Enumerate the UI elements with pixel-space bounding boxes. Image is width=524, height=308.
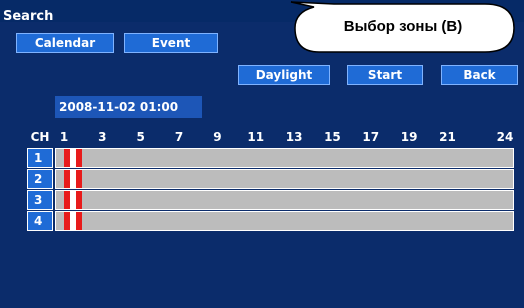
recording-marker[interactable] bbox=[64, 170, 82, 188]
selected-datetime: 2008-11-02 01:00 bbox=[55, 96, 202, 118]
channel-row: 1 bbox=[27, 148, 516, 169]
hour-header: CH 1 3 5 7 9 11 13 15 17 19 21 24 bbox=[27, 128, 516, 146]
recording-marker-highlight bbox=[70, 191, 76, 209]
channel-label[interactable]: 2 bbox=[27, 169, 53, 189]
hour-label: 5 bbox=[136, 130, 145, 144]
recording-marker-highlight bbox=[70, 170, 76, 188]
channel-label[interactable]: 1 bbox=[27, 148, 53, 168]
channel-timeline-track[interactable] bbox=[55, 190, 514, 210]
channel-timeline-track[interactable] bbox=[55, 211, 514, 231]
hour-label: 1 bbox=[59, 130, 69, 144]
channel-row: 4 bbox=[27, 211, 516, 232]
channel-label[interactable]: 4 bbox=[27, 211, 53, 231]
channel-row: 2 bbox=[27, 169, 516, 190]
hour-label: 13 bbox=[285, 130, 303, 144]
channel-row: 3 bbox=[27, 190, 516, 211]
hour-label: 21 bbox=[439, 130, 456, 144]
recording-marker-highlight bbox=[70, 149, 76, 167]
daylight-button[interactable]: Daylight bbox=[238, 65, 330, 85]
hour-label: 17 bbox=[362, 130, 380, 144]
channel-timeline-track[interactable] bbox=[55, 169, 514, 189]
channel-timeline-track[interactable] bbox=[55, 148, 514, 168]
timeline-grid[interactable]: CH 1 3 5 7 9 11 13 15 17 19 21 24 1234 bbox=[27, 128, 516, 232]
recording-marker[interactable] bbox=[64, 149, 82, 167]
start-button[interactable]: Start bbox=[347, 65, 423, 85]
back-button[interactable]: Back bbox=[441, 65, 518, 85]
recording-marker[interactable] bbox=[64, 212, 82, 230]
hour-label: 19 bbox=[400, 130, 418, 144]
zone-selection-callout: Выбор зоны (B) bbox=[289, 0, 517, 58]
hour-label: 15 bbox=[324, 130, 341, 144]
hour-label: 3 bbox=[98, 130, 107, 144]
recording-marker[interactable] bbox=[64, 191, 82, 209]
window-title: Search bbox=[3, 9, 54, 24]
channel-label[interactable]: 3 bbox=[27, 190, 53, 210]
hour-label: 9 bbox=[213, 130, 222, 144]
callout-text: Выбор зоны (B) bbox=[343, 18, 463, 35]
recording-marker-highlight bbox=[70, 212, 76, 230]
tab-event[interactable]: Event bbox=[124, 33, 218, 53]
hour-label: 7 bbox=[174, 130, 184, 144]
hour-label: 24 bbox=[496, 130, 514, 144]
channel-header: CH bbox=[30, 130, 50, 144]
tab-calendar[interactable]: Calendar bbox=[16, 33, 114, 53]
hour-label: 11 bbox=[247, 130, 265, 144]
